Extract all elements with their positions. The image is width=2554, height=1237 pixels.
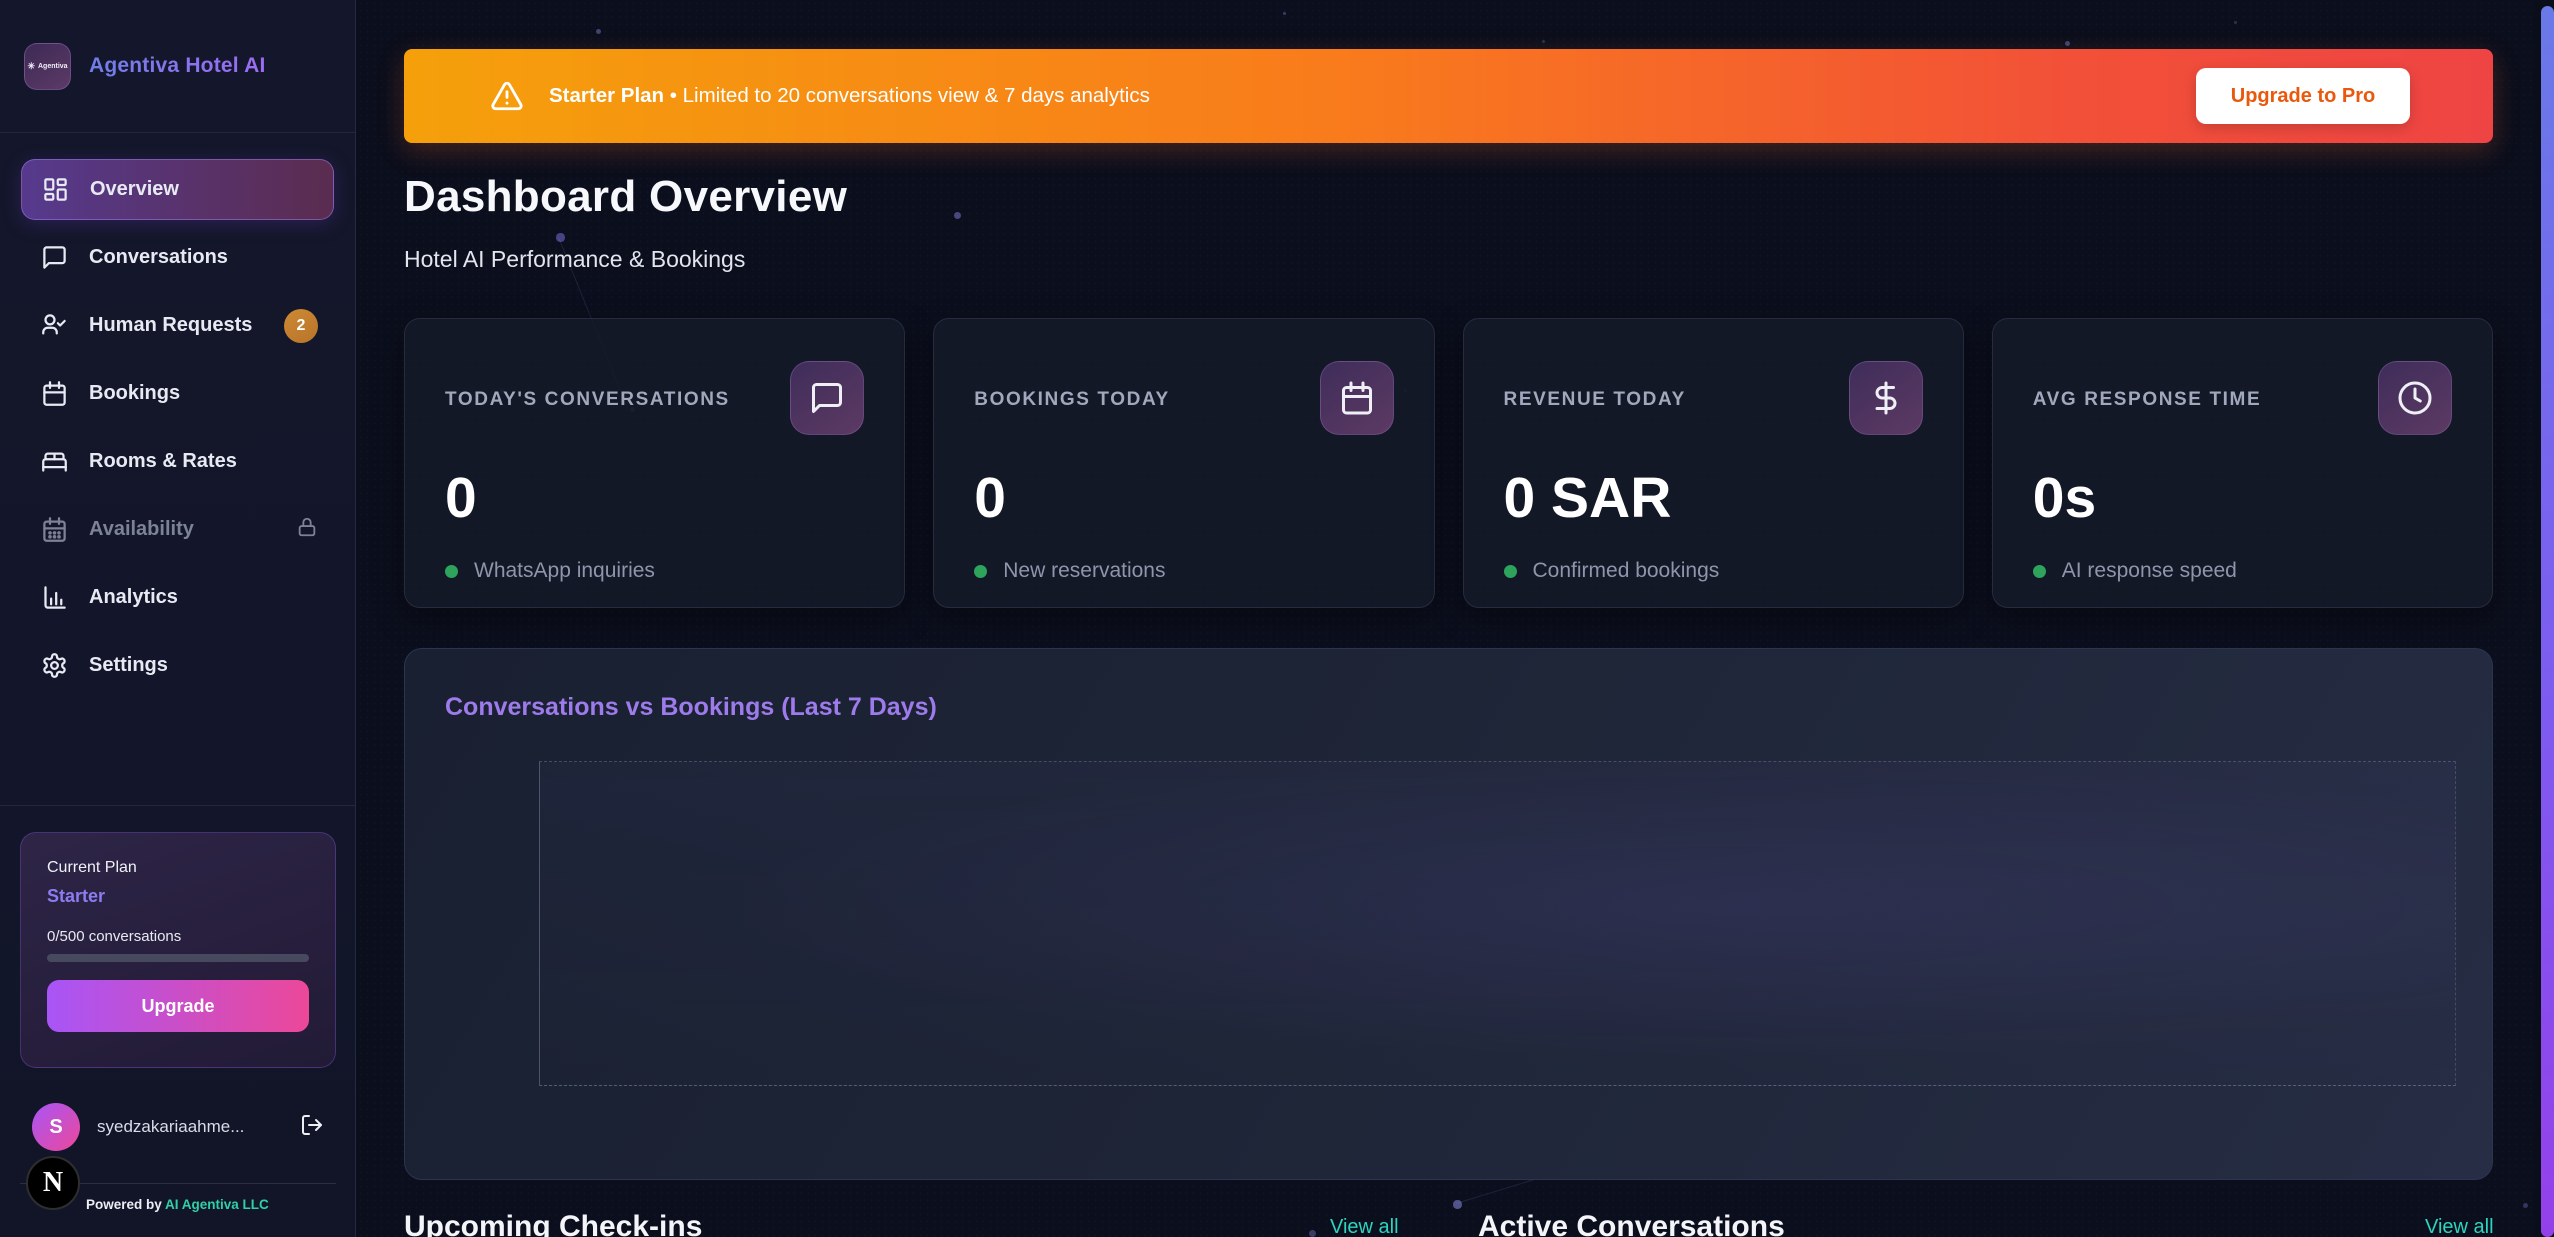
stat-label: AVG RESPONSE TIME (2033, 389, 2262, 411)
sidebar-nav: Overview Conversations Human Requests 2 … (0, 133, 355, 696)
gear-icon (41, 652, 68, 679)
sidebar-item-label: Conversations (89, 246, 228, 269)
page-title: Dashboard Overview (404, 172, 847, 222)
chart-card: Conversations vs Bookings (Last 7 Days) (404, 648, 2493, 1180)
avatar: S (32, 1103, 80, 1151)
usage-progress-bar (47, 954, 309, 962)
sidebar-item-overview[interactable]: Overview (21, 159, 334, 220)
stat-value: 0s (2033, 465, 2452, 531)
sidebar-item-settings[interactable]: Settings (21, 635, 334, 696)
sidebar-item-label: Analytics (89, 586, 178, 609)
status-dot (974, 565, 987, 578)
sparkle-icon: ✳ (27, 61, 35, 72)
stat-value: 0 SAR (1504, 465, 1923, 531)
stat-card-revenue: REVENUE TODAY 0 SAR Confirmed bookings (1463, 318, 1964, 608)
scrollbar-thumb[interactable] (2541, 6, 2554, 1237)
dashboard-grid-icon (42, 176, 69, 203)
current-plan-card: Current Plan Starter 0/500 conversations… (20, 832, 336, 1068)
sidebar-item-label: Human Requests (89, 314, 252, 337)
lock-icon (296, 516, 318, 544)
sidebar-item-human-requests[interactable]: Human Requests 2 (21, 295, 334, 356)
scrollbar-track[interactable] (2534, 0, 2554, 1237)
sidebar-header: ✳ Agentiva Agentiva Hotel AI (0, 0, 355, 133)
stat-caption: Confirmed bookings (1533, 559, 1720, 583)
chart-title: Conversations vs Bookings (Last 7 Days) (445, 693, 937, 722)
stat-value: 0 (974, 465, 1393, 531)
stat-label: TODAY'S CONVERSATIONS (445, 389, 730, 411)
stat-card-conversations: TODAY'S CONVERSATIONS 0 WhatsApp inquiri… (404, 318, 905, 608)
nextjs-badge[interactable]: N (26, 1156, 80, 1210)
stat-card-response-time: AVG RESPONSE TIME 0s AI response speed (1992, 318, 2493, 608)
sidebar-item-label: Settings (89, 654, 168, 677)
sidebar-item-bookings[interactable]: Bookings (21, 363, 334, 424)
stat-caption: New reservations (1003, 559, 1165, 583)
banner-text: Starter Plan • Limited to 20 conversatio… (549, 84, 1150, 108)
status-dot (445, 565, 458, 578)
stat-card-bookings: BOOKINGS TODAY 0 New reservations (933, 318, 1434, 608)
sidebar: ✳ Agentiva Agentiva Hotel AI Overview Co… (0, 0, 356, 1237)
sidebar-item-label: Rooms & Rates (89, 450, 237, 473)
sidebar-divider (0, 805, 355, 806)
clock-icon (2378, 361, 2452, 435)
user-check-icon (41, 312, 68, 339)
upgrade-button[interactable]: Upgrade (47, 980, 309, 1032)
dollar-icon (1849, 361, 1923, 435)
plan-usage: 0/500 conversations (47, 928, 309, 945)
sidebar-item-label: Availability (89, 518, 194, 541)
bar-chart-icon (41, 584, 68, 611)
status-dot (1504, 565, 1517, 578)
user-row: S syedzakariaahme... (32, 1103, 324, 1151)
agentiva-llc-link[interactable]: AI Agentiva LLC (165, 1197, 269, 1212)
chat-bubble-icon (41, 244, 68, 271)
status-dot (2033, 565, 2046, 578)
sidebar-item-label: Bookings (89, 382, 180, 405)
warning-icon (490, 79, 524, 113)
stat-label: REVENUE TODAY (1504, 389, 1686, 411)
view-all-link[interactable]: View all (2425, 1216, 2494, 1237)
plan-limit-banner: Starter Plan • Limited to 20 conversatio… (404, 49, 2493, 143)
sidebar-item-conversations[interactable]: Conversations (21, 227, 334, 288)
sidebar-item-analytics[interactable]: Analytics (21, 567, 334, 628)
calendar-icon (41, 380, 68, 407)
human-requests-badge: 2 (284, 309, 318, 343)
sidebar-item-availability[interactable]: Availability (21, 499, 334, 560)
powered-by: Powered by AI Agentiva LLC (86, 1197, 269, 1212)
section-title-upcoming-checkins: Upcoming Check-ins (404, 1210, 702, 1237)
stat-caption: WhatsApp inquiries (474, 559, 655, 583)
plan-name: Starter (47, 886, 309, 907)
logout-icon[interactable] (300, 1113, 324, 1142)
banner-plan: Starter Plan (549, 84, 664, 107)
chat-icon (790, 361, 864, 435)
banner-message: • Limited to 20 conversations view & 7 d… (664, 84, 1150, 107)
sidebar-item-rooms-rates[interactable]: Rooms & Rates (21, 431, 334, 492)
brand-title: Agentiva Hotel AI (89, 54, 265, 78)
upgrade-to-pro-button[interactable]: Upgrade to Pro (2196, 68, 2410, 124)
stat-value: 0 (445, 465, 864, 531)
page-subtitle: Hotel AI Performance & Bookings (404, 246, 745, 273)
bed-icon (41, 448, 68, 475)
main-content: Starter Plan • Limited to 20 conversatio… (356, 0, 2554, 1237)
stats-row: TODAY'S CONVERSATIONS 0 WhatsApp inquiri… (404, 318, 2493, 608)
stat-label: BOOKINGS TODAY (974, 389, 1170, 411)
user-name: syedzakariaahme... (97, 1117, 244, 1137)
agentiva-logo: ✳ Agentiva (24, 43, 71, 90)
calendar-icon (1320, 361, 1394, 435)
chart-plot-area (539, 761, 2456, 1086)
plan-label: Current Plan (47, 859, 309, 877)
section-title-active-conversations: Active Conversations (1478, 1210, 1785, 1237)
sidebar-item-label: Overview (90, 178, 179, 201)
calendar-days-icon (41, 516, 68, 543)
stat-caption: AI response speed (2062, 559, 2237, 583)
view-all-link[interactable]: View all (1330, 1216, 1399, 1237)
logo-text: Agentiva (38, 63, 68, 70)
